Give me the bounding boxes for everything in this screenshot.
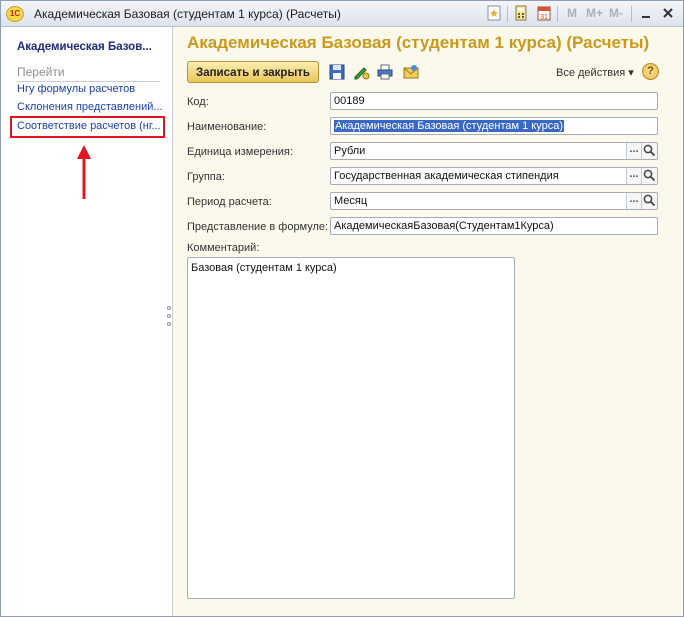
app-window: 1С Академическая Базовая (студентам 1 ку…	[0, 0, 684, 617]
help-icon[interactable]: ?	[642, 63, 659, 80]
unit-field[interactable]: Рубли ...	[330, 142, 658, 160]
memory-minus-button[interactable]: M-	[609, 6, 623, 20]
group-value: Государственная академическая стипендия	[334, 170, 559, 182]
period-label: Период расчета:	[187, 196, 272, 208]
formula-value: АкадемическаяБазовая(Студентам1Курса)	[334, 220, 554, 232]
nav-title: Академическая Базов...	[17, 41, 152, 53]
unit-label: Единица измерения:	[187, 146, 293, 158]
period-select-button[interactable]: ...	[626, 193, 641, 209]
form-title: Академическая Базовая (студентам 1 курса…	[187, 33, 650, 52]
favorite-icon[interactable]	[485, 5, 503, 23]
svg-text:31: 31	[540, 14, 548, 21]
period-value: Месяц	[334, 195, 368, 207]
formula-label: Представление в формуле:	[187, 221, 329, 233]
code-label: Код:	[187, 96, 209, 108]
close-icon[interactable]	[659, 5, 677, 23]
period-field[interactable]: Месяц ...	[330, 192, 658, 210]
code-field[interactable]: 00189	[330, 92, 658, 110]
formula-field[interactable]: АкадемическаяБазовая(Студентам1Курса)	[330, 217, 658, 235]
group-label: Группа:	[187, 171, 225, 183]
name-field[interactable]: Академическая Базовая (студентам 1 курса…	[330, 117, 658, 135]
panel-splitter[interactable]	[166, 306, 172, 336]
post-document-icon[interactable]	[352, 63, 370, 81]
period-search-icon[interactable]	[641, 193, 657, 209]
window-title: Академическая Базовая (студентам 1 курса…	[34, 7, 341, 21]
nav-group-label: Перейти	[17, 65, 160, 82]
comment-label: Комментарий:	[187, 242, 260, 254]
app-logo-icon[interactable]: 1С	[6, 6, 24, 22]
toolbar-separator	[631, 6, 632, 22]
name-value: Академическая Базовая (студентам 1 курса…	[334, 120, 564, 132]
name-label: Наименование:	[187, 121, 267, 133]
minimize-icon[interactable]	[637, 5, 655, 23]
toolbar-separator	[507, 6, 508, 22]
nav-link-formulas[interactable]: Нгу формулы расчетов	[17, 83, 162, 95]
memory-plus-button[interactable]: M+	[586, 6, 603, 20]
group-select-button[interactable]: ...	[626, 168, 641, 184]
title-bar: 1С Академическая Базовая (студентам 1 ку…	[1, 1, 683, 27]
nav-link-declensions[interactable]: Склонения представлений...	[17, 101, 162, 113]
save-icon[interactable]	[328, 63, 346, 81]
all-actions-menu[interactable]: Все действия ▾	[556, 66, 634, 79]
memory-m-button[interactable]: M	[567, 6, 577, 20]
calculator-icon[interactable]	[512, 5, 530, 23]
group-field[interactable]: Государственная академическая стипендия …	[330, 167, 658, 185]
highlight-box	[10, 116, 165, 138]
toolbar-separator	[557, 6, 558, 22]
unit-value: Рубли	[334, 145, 366, 157]
navigation-panel: Академическая Базов... Перейти Нгу форму…	[1, 27, 173, 616]
unit-search-icon[interactable]	[641, 143, 657, 159]
code-value: 00189	[334, 95, 365, 107]
print-icon[interactable]	[376, 63, 394, 81]
save-and-close-button[interactable]: Записать и закрыть	[187, 61, 319, 83]
comment-textarea[interactable]: Базовая (студентам 1 курса)	[187, 257, 515, 599]
calendar-icon[interactable]: 31	[535, 5, 553, 23]
group-search-icon[interactable]	[641, 168, 657, 184]
unit-select-button[interactable]: ...	[626, 143, 641, 159]
red-arrow-icon	[77, 145, 91, 199]
comment-value: Базовая (студентам 1 курса)	[191, 262, 337, 274]
mail-icon[interactable]	[402, 63, 420, 81]
